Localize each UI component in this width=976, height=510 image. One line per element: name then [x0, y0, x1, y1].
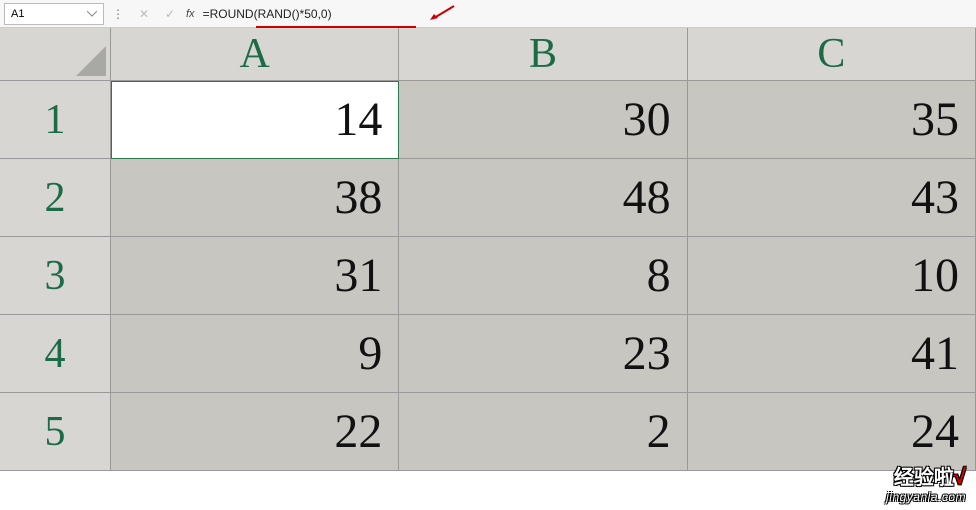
cancel-icon[interactable]: ✕ [132, 3, 156, 25]
name-box[interactable]: A1 [4, 3, 104, 25]
cell-b4[interactable]: 23 [399, 315, 687, 393]
cell-c2[interactable]: 43 [688, 159, 976, 237]
watermark-text: 经验啦 [894, 467, 954, 489]
row-header-2[interactable]: 2 [0, 159, 111, 237]
cell-b5[interactable]: 2 [399, 393, 687, 471]
select-all-corner[interactable] [0, 28, 111, 81]
cell-b1[interactable]: 30 [399, 81, 687, 159]
column-header-c[interactable]: C [688, 28, 976, 81]
annotation-arrow-icon [428, 4, 456, 22]
cell-b3[interactable]: 8 [399, 237, 687, 315]
chevron-down-icon[interactable] [87, 11, 97, 17]
watermark-url: jingyanla.com [886, 490, 966, 504]
table-row: 3 31 8 10 [0, 237, 976, 315]
cell-a3[interactable]: 31 [111, 237, 399, 315]
row-header-4[interactable]: 4 [0, 315, 111, 393]
fx-label[interactable]: fx [186, 8, 195, 20]
cell-a4[interactable]: 9 [111, 315, 399, 393]
watermark: 经验啦√ jingyanla.com [886, 461, 966, 504]
column-header-b[interactable]: B [399, 28, 687, 81]
check-icon[interactable]: ✓ [158, 3, 182, 25]
row-header-5[interactable]: 5 [0, 393, 111, 471]
cell-a1[interactable]: 14 [111, 81, 399, 159]
divider-icon: ⋮ [106, 3, 130, 25]
formula-input[interactable] [199, 3, 972, 25]
column-header-a[interactable]: A [111, 28, 399, 81]
cell-c5[interactable]: 24 [688, 393, 976, 471]
row-header-1[interactable]: 1 [0, 81, 111, 159]
cell-a2[interactable]: 38 [111, 159, 399, 237]
cell-c1[interactable]: 35 [688, 81, 976, 159]
check-icon: √ [954, 464, 966, 489]
cell-reference: A1 [11, 8, 87, 20]
cell-b2[interactable]: 48 [399, 159, 687, 237]
table-row: 4 9 23 41 [0, 315, 976, 393]
spreadsheet-grid: A B C 1 14 30 35 2 38 48 43 3 31 8 10 4 … [0, 28, 976, 471]
cell-a5[interactable]: 22 [111, 393, 399, 471]
cell-c4[interactable]: 41 [688, 315, 976, 393]
column-header-row: A B C [0, 28, 976, 81]
annotation-underline [256, 26, 416, 28]
cell-c3[interactable]: 10 [688, 237, 976, 315]
table-row: 5 22 2 24 [0, 393, 976, 471]
table-row: 1 14 30 35 [0, 81, 976, 159]
row-header-3[interactable]: 3 [0, 237, 111, 315]
formula-bar: A1 ⋮ ✕ ✓ fx [0, 0, 976, 28]
table-row: 2 38 48 43 [0, 159, 976, 237]
